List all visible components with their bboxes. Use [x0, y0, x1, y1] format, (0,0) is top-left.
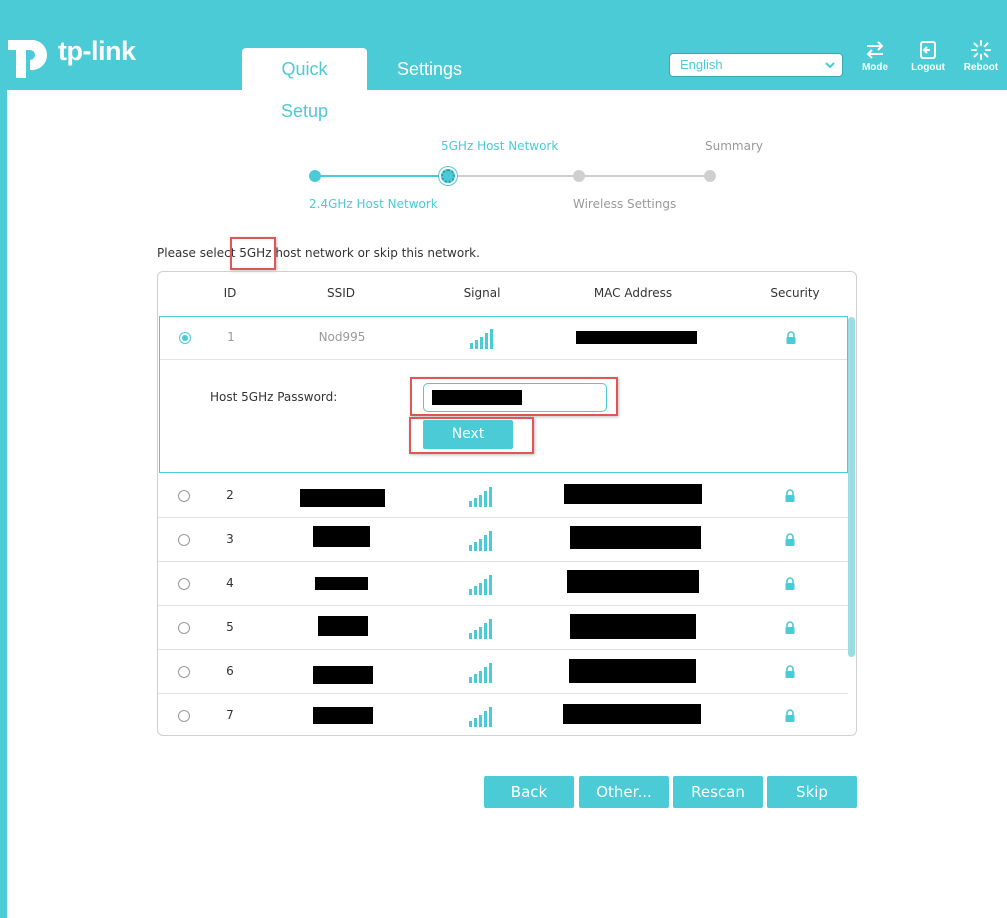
redacted-mac [570, 614, 696, 639]
logout-icon [920, 41, 936, 59]
step-dot-3 [573, 170, 585, 182]
tp-link-logo-icon [8, 40, 47, 78]
row-ssid: Nod995 [318, 330, 366, 344]
redacted-mac [570, 526, 701, 549]
lock-icon [785, 489, 795, 502]
row-radio[interactable] [178, 710, 190, 722]
row-id: 7 [226, 708, 234, 722]
tab-quick-setup[interactable]: Quick Setup [242, 48, 367, 121]
table-row[interactable]: 4 [158, 562, 848, 606]
table-row[interactable]: 5 [158, 606, 848, 650]
step-dot-4 [704, 170, 716, 182]
row-divider [160, 359, 847, 360]
column-header-id: ID [223, 286, 237, 300]
table-row[interactable]: 6 [158, 650, 848, 694]
other-button[interactable]: Other... [579, 776, 669, 808]
signal-strength-icon [469, 531, 492, 551]
select-network-prompt: Please select 5GHz host network or skip … [157, 246, 480, 260]
language-select[interactable]: English [669, 53, 843, 77]
redacted-mac [564, 484, 702, 504]
reboot-label: Reboot [963, 62, 999, 73]
reboot-icon [971, 40, 991, 60]
lock-icon [785, 709, 795, 722]
signal-strength-icon [469, 619, 492, 639]
redacted-ssid [313, 526, 370, 547]
chevron-down-icon [825, 62, 835, 69]
redacted-ssid [315, 577, 368, 590]
step-dot-2 [441, 169, 455, 183]
redacted-mac [563, 704, 701, 724]
redacted-ssid [313, 707, 373, 724]
logout-button[interactable]: Logout [903, 40, 953, 80]
table-row[interactable]: 3 [158, 518, 848, 562]
row-radio[interactable] [178, 534, 190, 546]
lock-icon [785, 533, 795, 546]
signal-strength-icon [469, 663, 492, 683]
reboot-button[interactable]: Reboot [956, 40, 1006, 80]
setup-stepper: 2.4GHz Host Network 5GHz Host Network Wi… [300, 135, 780, 215]
table-row[interactable]: 7 [158, 694, 848, 735]
prompt-text-before: Please select [157, 246, 240, 260]
password-label: Host 5GHz Password: [210, 390, 338, 404]
column-header-ssid: SSID [326, 286, 356, 300]
skip-button[interactable]: Skip [767, 776, 857, 808]
row-radio[interactable] [178, 622, 190, 634]
row-id: 6 [226, 664, 234, 678]
step-label-1: 2.4GHz Host Network [309, 197, 438, 211]
step-label-2: 5GHz Host Network [441, 139, 559, 153]
redacted-mac [569, 659, 696, 683]
lock-icon [786, 331, 796, 344]
row-id: 2 [226, 488, 234, 502]
annotation-highlight-5ghz [230, 237, 276, 270]
signal-strength-icon [470, 329, 493, 349]
row-id: 3 [226, 532, 234, 546]
stepper-line-done [315, 175, 448, 177]
back-button[interactable]: Back [484, 776, 574, 808]
redacted-mac [576, 331, 697, 344]
redacted-ssid [318, 616, 368, 636]
column-header-security: Security [770, 286, 820, 300]
top-header: tp-link Quick Setup Settings English Mod… [0, 0, 1007, 121]
table-scrollbar[interactable] [848, 317, 855, 657]
mode-button[interactable]: Mode [850, 40, 900, 80]
network-table: ID SSID Signal MAC Address Security 1 No… [157, 271, 857, 736]
step-label-4: Summary [705, 139, 763, 153]
annotation-highlight-password [410, 377, 618, 416]
row-radio[interactable] [178, 578, 190, 590]
step-label-3: Wireless Settings [573, 197, 677, 211]
column-header-signal: Signal [463, 286, 501, 300]
signal-strength-icon [469, 487, 492, 507]
logout-label: Logout [911, 62, 945, 73]
left-accent-strip [0, 90, 7, 918]
signal-strength-icon [469, 575, 492, 595]
mode-icon [866, 41, 884, 59]
row-radio[interactable] [178, 666, 190, 678]
step-dot-1 [309, 170, 321, 182]
annotation-highlight-next [409, 417, 534, 454]
row-radio[interactable] [179, 332, 191, 344]
mode-label: Mode [861, 62, 889, 73]
prompt-text-after: host network or skip this network. [271, 246, 480, 260]
redacted-ssid [313, 666, 373, 684]
language-value: English [680, 57, 723, 72]
row-id: 5 [226, 620, 234, 634]
row-id: 1 [227, 330, 235, 344]
lock-icon [785, 621, 795, 634]
lock-icon [785, 577, 795, 590]
column-header-mac: MAC Address [593, 286, 673, 300]
logo-text: tp-link [58, 36, 136, 66]
row-radio[interactable] [178, 490, 190, 502]
tab-settings[interactable]: Settings [383, 48, 476, 90]
lock-icon [785, 665, 795, 678]
signal-strength-icon [469, 707, 492, 727]
redacted-mac [567, 570, 699, 593]
row-id: 4 [226, 576, 234, 590]
rescan-button[interactable]: Rescan [673, 776, 763, 808]
redacted-ssid [300, 489, 385, 507]
tp-link-logo: tp-link [8, 30, 148, 80]
table-row[interactable]: 2 [158, 474, 848, 518]
